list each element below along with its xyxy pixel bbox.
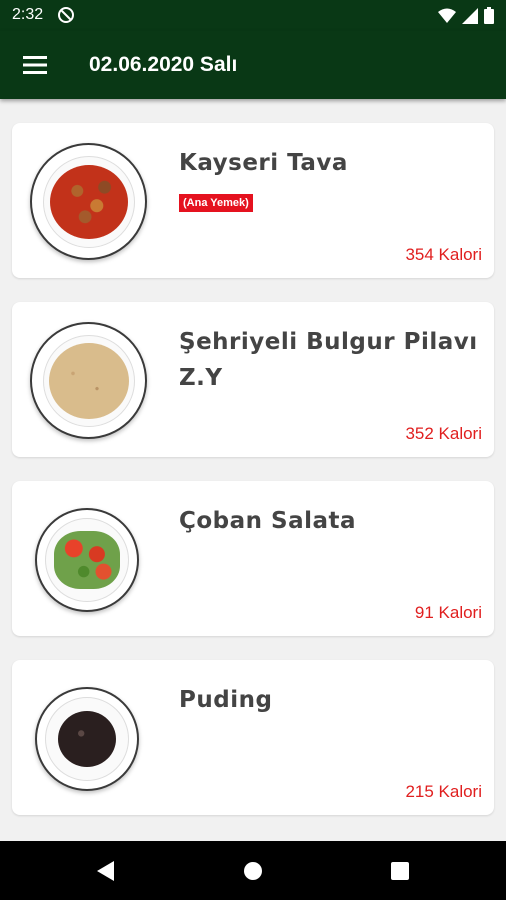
system-nav-bar [0,841,506,900]
recents-button[interactable] [387,858,413,884]
bulgur-plate-image [30,322,147,439]
page-title: 02.06.2020 Salı [89,53,238,76]
status-time: 2:32 [12,6,44,23]
hamburger-menu-icon [23,56,47,74]
do-not-disturb-icon [58,7,74,23]
dish-name: Kayseri Tava [179,150,348,176]
salad-plate-image [35,508,139,612]
status-icons [438,7,494,24]
calorie-label: 215 Kalori [405,782,482,801]
battery-icon [484,7,494,24]
wifi-icon [438,8,456,23]
calorie-label: 354 Kalori [405,245,482,264]
calorie-label: 91 Kalori [414,603,482,622]
dish-name: Şehriyeli Bulgur Pilavı Z.Y [179,329,478,391]
dish-name: Çoban Salata [179,508,357,534]
menu-button[interactable] [14,47,56,83]
stew-plate-image [30,143,147,260]
category-badge: (Ana Yemek) [179,194,253,212]
home-button[interactable] [240,858,266,884]
app-bar: 02.06.2020 Salı [0,31,506,99]
recents-icon [391,862,409,880]
back-button[interactable] [93,858,119,884]
menu-card[interactable]: Puding 215 Kalori [12,660,494,815]
menu-card[interactable]: Kayseri Tava (Ana Yemek) 354 Kalori [12,123,494,278]
menu-card[interactable]: Şehriyeli Bulgur Pilavı Z.Y 352 Kalori [12,302,494,457]
back-icon [97,861,114,881]
pudding-plate-image [35,687,139,791]
signal-icon [462,7,478,24]
menu-card[interactable]: Çoban Salata 91 Kalori [12,481,494,636]
dish-name: Puding [179,687,273,713]
home-icon [244,862,262,880]
status-bar: 2:32 [0,0,506,31]
menu-list: Kayseri Tava (Ana Yemek) 354 Kalori Şehr… [0,99,506,841]
calorie-label: 352 Kalori [405,424,482,443]
